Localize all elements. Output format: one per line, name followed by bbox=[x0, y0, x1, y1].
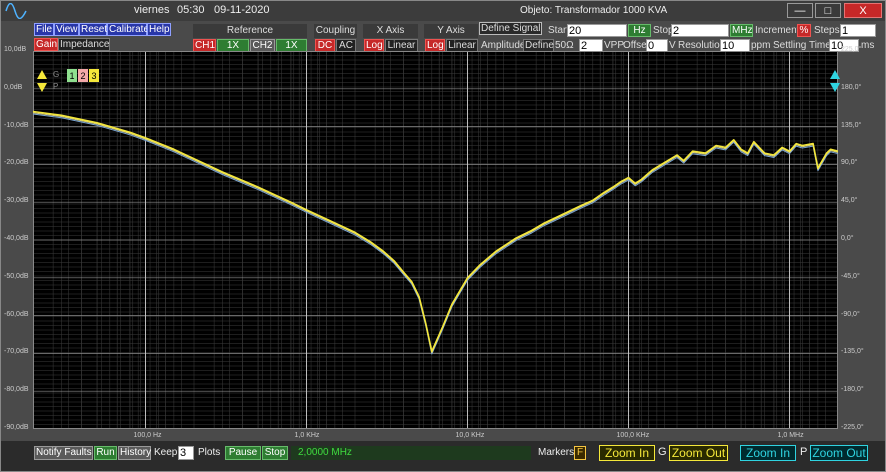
offset-unit: V bbox=[669, 40, 676, 51]
zoom-in-phase-button[interactable]: Zoom In bbox=[740, 445, 796, 461]
maximize-button[interactable]: □ bbox=[815, 3, 841, 18]
y-tick-label: -20,0dB bbox=[4, 159, 29, 167]
menu-help[interactable]: Help bbox=[147, 23, 171, 36]
x-axis-header: X Axis bbox=[363, 24, 418, 38]
increment-unit-button[interactable]: % bbox=[797, 24, 811, 37]
title-bar: viernes 05:30 09-11-2020 Objeto: Transfo… bbox=[1, 1, 885, 21]
coupling-header: Coupling bbox=[314, 24, 357, 38]
g-key: G bbox=[658, 446, 667, 458]
gain-tab[interactable]: Gain bbox=[34, 38, 58, 51]
p-label: P bbox=[53, 82, 59, 91]
x-tick-label: 10,0 KHz bbox=[455, 432, 485, 439]
date-label: 09-11-2020 bbox=[214, 4, 270, 16]
define-signal-button[interactable]: Define Signal bbox=[479, 22, 542, 35]
x-tick-label: 100,0 KHz bbox=[616, 432, 650, 439]
y2-tick-label: -180,0° bbox=[841, 386, 864, 394]
menu-view[interactable]: View bbox=[54, 23, 79, 36]
plots-label: Plots bbox=[198, 447, 221, 458]
keep-input[interactable]: 3 bbox=[178, 446, 194, 460]
y2-tick-label: -135,0° bbox=[841, 348, 864, 356]
p-key: P bbox=[800, 446, 808, 458]
y-tick-label: -40,0dB bbox=[4, 235, 29, 242]
steps-label: Steps bbox=[814, 25, 840, 36]
y2-tick-label: -90,0° bbox=[841, 310, 860, 318]
reference-header: Reference bbox=[193, 24, 307, 38]
stop-unit-button[interactable]: MHz bbox=[730, 24, 753, 37]
steps-input[interactable]: 1 bbox=[840, 24, 876, 37]
app-window: viernes 05:30 09-11-2020 Objeto: Transfo… bbox=[0, 0, 886, 472]
stop-input[interactable]: 2 bbox=[671, 24, 729, 37]
trace-3-button[interactable]: 3 bbox=[89, 69, 99, 82]
impedance-tab[interactable]: Impedance bbox=[58, 38, 110, 51]
y2-tick-label: -45,0° bbox=[841, 272, 860, 280]
y-tick-label: -10,0dB bbox=[4, 121, 29, 129]
day-label: viernes bbox=[134, 4, 170, 16]
settling-time-unit: ms bbox=[861, 40, 875, 51]
close-button[interactable]: X bbox=[844, 3, 882, 18]
y-axis-header: Y Axis bbox=[424, 24, 478, 38]
zoom-out-phase-button[interactable]: Zoom Out bbox=[810, 445, 868, 461]
amplitude-label: Amplitude bbox=[481, 40, 526, 51]
start-unit-button[interactable]: Hz bbox=[628, 24, 651, 37]
minimize-button[interactable]: — bbox=[787, 3, 813, 18]
markers-label: Markers bbox=[538, 447, 575, 458]
sine-wave-logo-icon bbox=[5, 3, 27, 19]
menu-calibrate[interactable]: Calibrate bbox=[107, 23, 149, 36]
pause-button[interactable]: Pause bbox=[225, 446, 261, 460]
impedance-value: 50Ω bbox=[555, 40, 574, 51]
settling-time-label: Settling Time bbox=[773, 40, 831, 51]
keep-label: Keep bbox=[154, 447, 178, 458]
y2-tick-label: 135,0° bbox=[841, 121, 862, 129]
y2-tick-label: 0,0° bbox=[841, 235, 854, 242]
amplitude-unit: VPP bbox=[604, 40, 625, 51]
notify-faults-button[interactable]: Notify Faults bbox=[34, 446, 93, 460]
start-input[interactable]: 20 bbox=[567, 24, 627, 37]
y-tick-label: 0,0dB bbox=[4, 83, 23, 91]
trace-1-button[interactable]: 1 bbox=[67, 69, 77, 82]
markers-key[interactable]: F bbox=[574, 446, 586, 460]
increment-label: Increment bbox=[755, 25, 800, 36]
x-tick-label: 100,0 Hz bbox=[133, 432, 162, 439]
y-tick-label: -30,0dB bbox=[4, 197, 29, 205]
y-tick-label: 10,0dB bbox=[4, 46, 27, 53]
zoom-in-gain-button[interactable]: Zoom In bbox=[599, 445, 655, 461]
y-tick-label: -90,0dB bbox=[4, 424, 29, 431]
y2-tick-label: 45,0° bbox=[841, 197, 858, 205]
bottom-bar: Notify Faults Run History Keep 3 Plots P… bbox=[1, 441, 885, 471]
phase-up-arrow-icon[interactable] bbox=[829, 69, 841, 80]
g-label: G bbox=[53, 70, 60, 79]
y-tick-label: -70,0dB bbox=[4, 348, 29, 356]
y-tick-label: -80,0dB bbox=[4, 386, 29, 394]
y2-tick-label: -225,0° bbox=[841, 424, 864, 431]
y-tick-label: -60,0dB bbox=[4, 310, 29, 318]
stop-button[interactable]: Stop bbox=[262, 446, 288, 460]
menu-reset[interactable]: Reset bbox=[79, 23, 107, 36]
start-label: Start bbox=[548, 25, 570, 36]
object-title: Objeto: Transformador 1000 KVA bbox=[520, 5, 668, 16]
run-button[interactable]: Run bbox=[94, 446, 117, 460]
time-label: 05:30 bbox=[177, 4, 205, 16]
history-button[interactable]: History bbox=[118, 446, 151, 460]
trace-down-arrow-icon[interactable] bbox=[36, 82, 48, 93]
x-tick-label: 1,0 KHz bbox=[294, 432, 320, 439]
trace-up-arrow-icon[interactable] bbox=[36, 69, 48, 80]
y2-tick-label: 180,0° bbox=[841, 83, 862, 91]
zoom-out-gain-button[interactable]: Zoom Out bbox=[669, 445, 728, 461]
trace-2-button[interactable]: 2 bbox=[78, 69, 88, 82]
y-tick-label: -50,0dB bbox=[4, 272, 29, 280]
y2-tick-label: 225,0° bbox=[841, 46, 862, 53]
phase-down-arrow-icon[interactable] bbox=[829, 82, 841, 93]
menu-file[interactable]: File bbox=[34, 23, 54, 36]
y2-tick-label: 90,0° bbox=[841, 159, 858, 167]
bode-chart bbox=[33, 51, 838, 429]
plot-area[interactable]: G P 1 2 3 bbox=[33, 51, 841, 429]
frequency-readout: 2,0000 MHz bbox=[291, 446, 531, 460]
resolution-unit: ppm bbox=[751, 40, 771, 51]
x-tick-label: 1,0 MHz bbox=[777, 432, 804, 439]
resolution-label: Resolution bbox=[678, 40, 726, 51]
